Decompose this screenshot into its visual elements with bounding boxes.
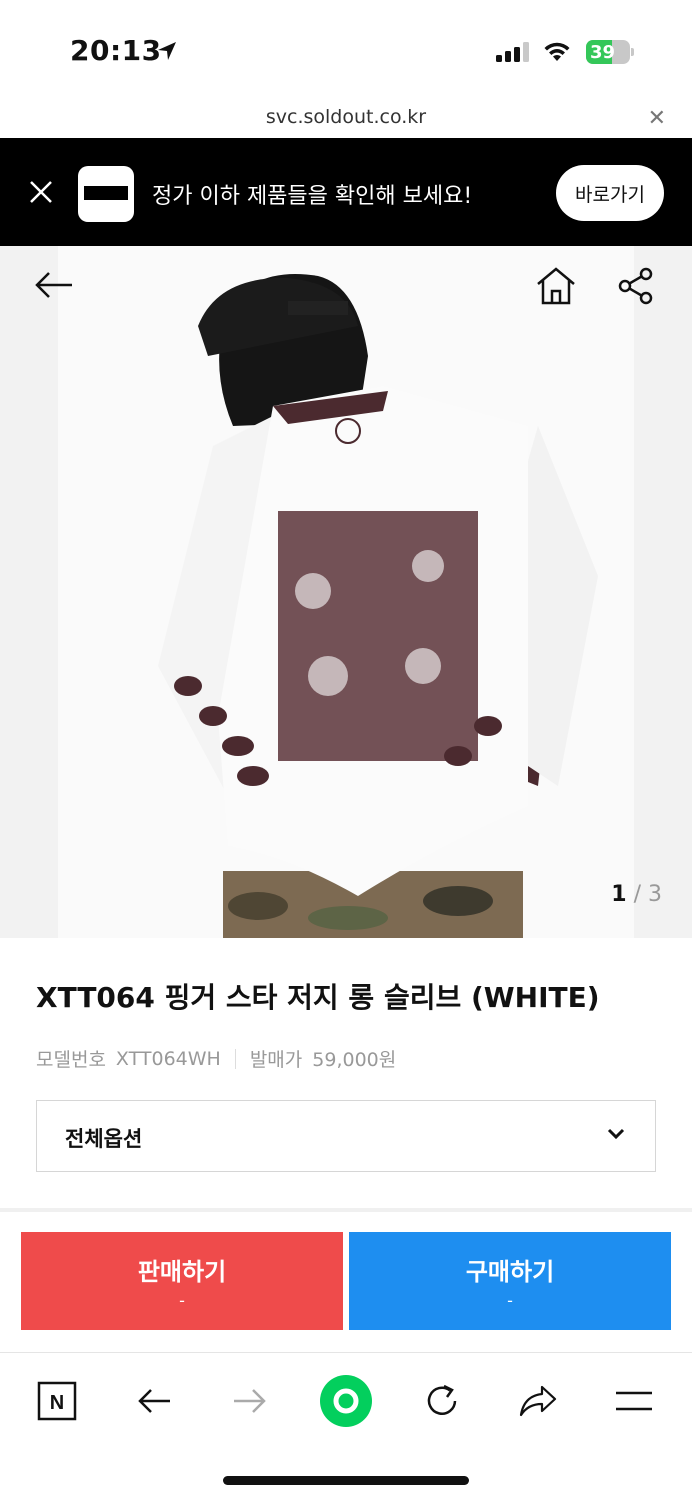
battery-level: 39 xyxy=(590,42,616,63)
clock: 20:13 xyxy=(70,34,162,67)
location-arrow-icon xyxy=(158,42,176,60)
refresh-icon xyxy=(427,1384,457,1415)
image-counter: 1 / 3 xyxy=(611,882,662,907)
battery-icon: 39 xyxy=(586,40,634,64)
model-number-label: 모델번호 xyxy=(36,1049,106,1071)
product-meta: 모델번호 XTT064WH 발매가 59,000원 xyxy=(36,1045,396,1072)
close-tab-icon[interactable]: ✕ xyxy=(648,106,666,131)
sell-button[interactable]: 판매하기 - xyxy=(21,1232,343,1330)
back-icon xyxy=(138,1389,170,1413)
buy-button-label: 구매하기 xyxy=(465,1258,555,1286)
go-now-button[interactable]: 바로가기 xyxy=(556,165,664,221)
buy-button[interactable]: 구매하기 - xyxy=(349,1232,671,1330)
share-arrow-icon xyxy=(519,1385,557,1417)
url-text[interactable]: svc.soldout.co.kr xyxy=(0,106,692,128)
section-divider xyxy=(0,1208,692,1212)
naver-home-button[interactable]: N xyxy=(33,1377,81,1425)
home-icon[interactable] xyxy=(534,266,578,306)
product-title: XTT064 핑거 스타 저지 롱 슬리브 (WHITE) xyxy=(36,981,600,1014)
chevron-down-icon xyxy=(607,1128,625,1140)
option-dropdown[interactable]: 전체옵션 xyxy=(36,1100,656,1172)
forward-icon xyxy=(234,1389,266,1413)
image-counter-current: 1 xyxy=(611,882,627,907)
release-price-value: 59,000원 xyxy=(312,1049,397,1071)
model-number-value: XTT064WH xyxy=(115,1047,221,1070)
sell-button-price: - xyxy=(179,1291,185,1310)
naver-icon: N xyxy=(37,1381,77,1421)
image-counter-separator: / xyxy=(633,882,641,907)
sell-button-label: 판매하기 xyxy=(137,1258,227,1286)
green-dot-icon xyxy=(320,1375,372,1427)
option-dropdown-value: 전체옵션 xyxy=(65,1127,143,1151)
buy-button-price: - xyxy=(507,1291,513,1310)
banner-message: 정가 이하 제품들을 확인해 보세요! xyxy=(152,184,473,209)
home-indicator xyxy=(223,1476,469,1485)
image-counter-total: 3 xyxy=(648,882,662,907)
close-icon[interactable] xyxy=(28,179,54,205)
product-image-gallery[interactable]: 1 / 3 xyxy=(0,246,692,938)
share-icon[interactable] xyxy=(616,266,656,306)
wifi-icon xyxy=(544,42,570,61)
product-photo xyxy=(58,246,634,938)
green-dot-button[interactable] xyxy=(318,1373,374,1429)
cellular-signal-icon xyxy=(496,42,529,62)
share-button[interactable] xyxy=(514,1377,562,1425)
release-price-label: 발매가 xyxy=(249,1049,303,1071)
back-arrow-icon[interactable] xyxy=(34,270,74,300)
menu-button[interactable] xyxy=(610,1377,658,1425)
url-bar[interactable]: svc.soldout.co.kr ✕ xyxy=(0,100,692,138)
promo-banner: 정가 이하 제품들을 확인해 보세요! 바로가기 xyxy=(0,138,692,246)
refresh-button[interactable] xyxy=(418,1377,466,1425)
meta-divider xyxy=(234,1048,236,1069)
browser-forward-button[interactable] xyxy=(226,1377,274,1425)
menu-icon xyxy=(616,1391,652,1411)
browser-back-button[interactable] xyxy=(130,1377,178,1425)
app-logo xyxy=(78,166,134,222)
naver-icon-letter: N xyxy=(50,1392,64,1414)
status-bar: 20:13 39 xyxy=(0,0,692,100)
